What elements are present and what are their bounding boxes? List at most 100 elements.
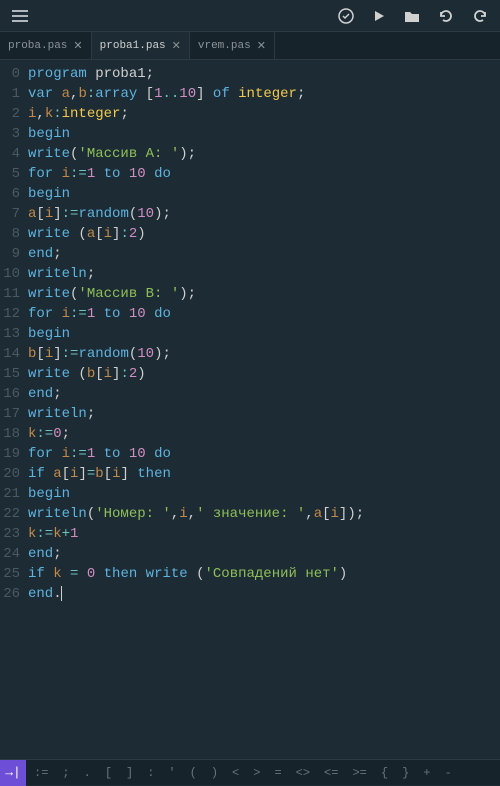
symbol-key[interactable]: [ bbox=[105, 766, 112, 780]
menu-icon[interactable] bbox=[12, 10, 28, 22]
line-number: 14 bbox=[0, 344, 20, 364]
folder-icon[interactable] bbox=[404, 9, 420, 23]
code-line[interactable]: end; bbox=[28, 544, 500, 564]
token-op: := bbox=[62, 206, 79, 222]
symbol-key[interactable]: . bbox=[84, 766, 91, 780]
symbol-key[interactable]: <= bbox=[324, 766, 338, 780]
token-punc: ; bbox=[297, 86, 305, 102]
token-punc: , bbox=[171, 506, 179, 522]
line-number: 2 bbox=[0, 104, 20, 124]
symbol-key[interactable]: > bbox=[253, 766, 260, 780]
token-kw: for bbox=[28, 306, 53, 322]
code-line[interactable]: if k = 0 then write ('Совпадений нет') bbox=[28, 564, 500, 584]
token-kw: program bbox=[28, 66, 87, 82]
close-icon[interactable]: ✕ bbox=[257, 39, 266, 53]
code-line[interactable]: var a,b:array [1..10] of integer; bbox=[28, 84, 500, 104]
indent-indicator[interactable]: →| bbox=[0, 760, 26, 786]
code-line[interactable]: for i:=1 to 10 do bbox=[28, 444, 500, 464]
code-line[interactable]: begin bbox=[28, 484, 500, 504]
token-id: proba1 bbox=[95, 66, 145, 82]
line-number: 21 bbox=[0, 484, 20, 504]
tab-proba-pas[interactable]: proba.pas✕ bbox=[0, 32, 92, 59]
token-id bbox=[146, 306, 154, 322]
code-line[interactable]: k:=k+1 bbox=[28, 524, 500, 544]
redo-icon[interactable] bbox=[472, 9, 488, 23]
token-rnd: random bbox=[78, 346, 128, 362]
tabbar: proba.pas✕proba1.pas✕vrem.pas✕ bbox=[0, 32, 500, 60]
token-punc: ; bbox=[53, 246, 61, 262]
tab-vrem-pas[interactable]: vrem.pas✕ bbox=[190, 32, 275, 59]
symbol-key[interactable]: ] bbox=[126, 766, 133, 780]
play-icon[interactable] bbox=[372, 9, 386, 23]
code-line[interactable]: program proba1; bbox=[28, 64, 500, 84]
undo-icon[interactable] bbox=[438, 9, 454, 23]
token-kw: begin bbox=[28, 326, 70, 342]
code-line[interactable]: writeln('Номер: ',i,' значение: ',a[i]); bbox=[28, 504, 500, 524]
symbol-key[interactable]: ) bbox=[211, 766, 218, 780]
code-line[interactable]: end; bbox=[28, 244, 500, 264]
token-punc: ; bbox=[120, 106, 128, 122]
token-op: : bbox=[120, 226, 128, 242]
code-line[interactable]: begin bbox=[28, 324, 500, 344]
code-line[interactable]: i,k:integer; bbox=[28, 104, 500, 124]
token-num: 10 bbox=[179, 86, 196, 102]
token-var: i bbox=[62, 306, 70, 322]
code-line[interactable]: write (a[i]:2) bbox=[28, 224, 500, 244]
symbol-key[interactable]: >= bbox=[352, 766, 366, 780]
code-line[interactable]: for i:=1 to 10 do bbox=[28, 164, 500, 184]
code-line[interactable]: a[i]:=random(10); bbox=[28, 204, 500, 224]
token-op: := bbox=[36, 526, 53, 542]
code-line[interactable]: writeln; bbox=[28, 264, 500, 284]
token-ty: integer bbox=[238, 86, 297, 102]
token-kw: begin bbox=[28, 486, 70, 502]
token-id bbox=[137, 566, 145, 582]
symbol-key[interactable]: := bbox=[34, 766, 48, 780]
close-icon[interactable]: ✕ bbox=[172, 39, 181, 53]
code-line[interactable]: begin bbox=[28, 184, 500, 204]
editor[interactable]: 0123456789101112131415161718192021222324… bbox=[0, 60, 500, 759]
symbol-key[interactable]: <> bbox=[296, 766, 310, 780]
code-line[interactable]: end. bbox=[28, 584, 500, 604]
token-kw: end bbox=[28, 586, 53, 602]
code-line[interactable]: end; bbox=[28, 384, 500, 404]
close-icon[interactable]: ✕ bbox=[73, 39, 82, 53]
code-line[interactable]: for i:=1 to 10 do bbox=[28, 304, 500, 324]
code-line[interactable]: k:=0; bbox=[28, 424, 500, 444]
tab-proba1-pas[interactable]: proba1.pas✕ bbox=[92, 32, 190, 59]
token-fn: write bbox=[28, 366, 70, 382]
symbol-key[interactable]: < bbox=[232, 766, 239, 780]
token-punc: [ bbox=[62, 466, 70, 482]
symbol-key[interactable]: = bbox=[274, 766, 281, 780]
token-kw: do bbox=[154, 306, 171, 322]
token-kw: to bbox=[104, 166, 121, 182]
titlebar bbox=[0, 0, 500, 32]
symbol-key[interactable]: - bbox=[444, 766, 451, 780]
symbol-key[interactable]: ' bbox=[168, 766, 175, 780]
line-number: 15 bbox=[0, 364, 20, 384]
code-line[interactable]: write('Массив A: '); bbox=[28, 144, 500, 164]
symbol-key[interactable]: + bbox=[423, 766, 430, 780]
token-op: := bbox=[70, 306, 87, 322]
code-line[interactable]: write('Массив B: '); bbox=[28, 284, 500, 304]
code-line[interactable]: if a[i]=b[i] then bbox=[28, 464, 500, 484]
token-punc: , bbox=[305, 506, 313, 522]
token-punc: ) bbox=[137, 366, 145, 382]
code-line[interactable]: b[i]:=random(10); bbox=[28, 344, 500, 364]
token-str: 'Массив A: ' bbox=[78, 146, 179, 162]
token-kw: end bbox=[28, 546, 53, 562]
code-line[interactable]: write (b[i]:2) bbox=[28, 364, 500, 384]
token-num: 1 bbox=[87, 166, 95, 182]
token-str: 'Массив B: ' bbox=[78, 286, 179, 302]
symbol-key[interactable]: ; bbox=[62, 766, 69, 780]
line-number: 11 bbox=[0, 284, 20, 304]
token-num: 1 bbox=[87, 306, 95, 322]
line-number: 16 bbox=[0, 384, 20, 404]
symbol-key[interactable]: } bbox=[402, 766, 409, 780]
symbol-key[interactable]: ( bbox=[190, 766, 197, 780]
code-line[interactable]: writeln; bbox=[28, 404, 500, 424]
code-area[interactable]: program proba1;var a,b:array [1..10] of … bbox=[24, 64, 500, 759]
symbol-key[interactable]: { bbox=[381, 766, 388, 780]
symbol-key[interactable]: : bbox=[147, 766, 154, 780]
check-icon[interactable] bbox=[338, 8, 354, 24]
code-line[interactable]: begin bbox=[28, 124, 500, 144]
